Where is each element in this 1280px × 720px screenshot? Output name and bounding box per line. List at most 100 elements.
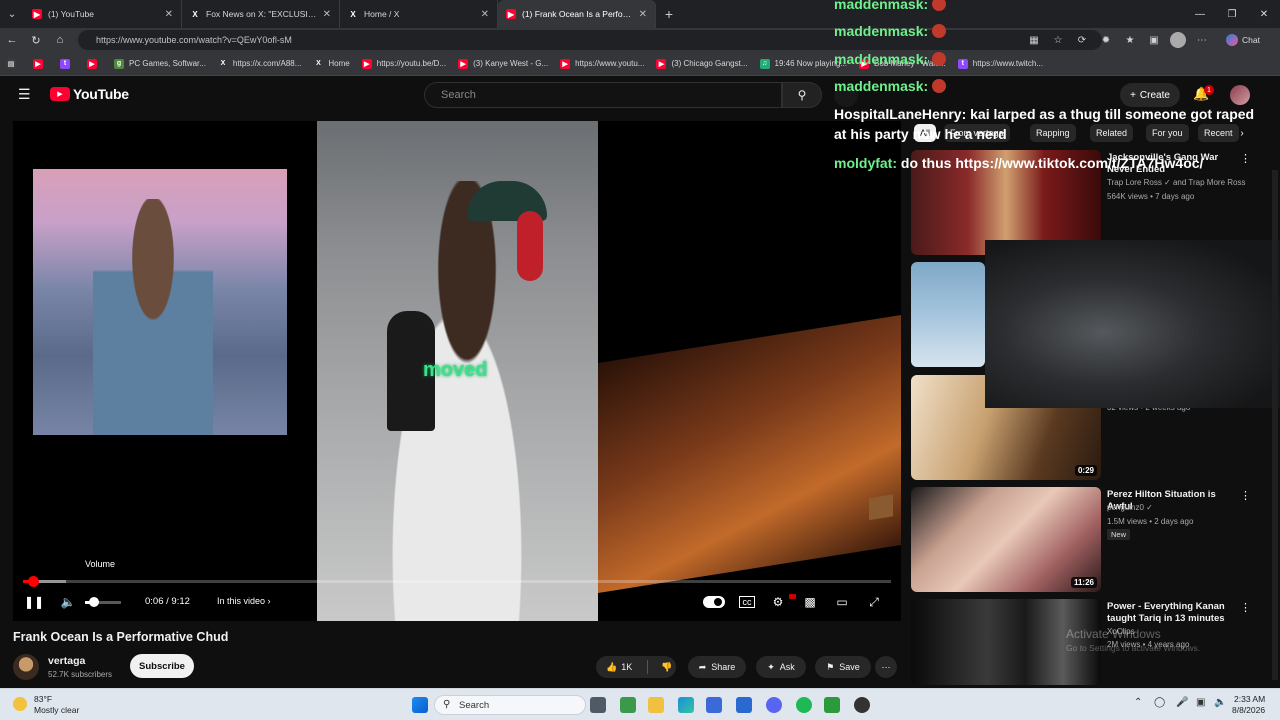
minimize-icon[interactable]: —: [1184, 0, 1216, 28]
close-icon[interactable]: ✕: [639, 9, 647, 20]
weather-moon-icon[interactable]: [13, 697, 27, 711]
video-thumbnail[interactable]: [911, 262, 985, 367]
autoplay-toggle[interactable]: [703, 596, 725, 608]
close-icon[interactable]: ✕: [481, 9, 489, 20]
subtitles-icon[interactable]: cc: [739, 596, 755, 608]
ask-button[interactable]: ✦ Ask: [756, 656, 806, 678]
browser-tab[interactable]: ▶ (1) YouTube ✕: [24, 0, 182, 28]
microphone-icon[interactable]: 🎤: [1176, 697, 1188, 708]
apps-icon[interactable]: ▦: [1026, 32, 1042, 48]
url-input[interactable]: https://www.youtube.com/watch?v=QEwY0ofl…: [78, 30, 1102, 50]
browser-tab-active[interactable]: ▶ (1) Frank Ocean Is a Performat ✕: [498, 0, 656, 28]
file-explorer-icon[interactable]: [648, 697, 664, 713]
volume-slider[interactable]: [85, 597, 121, 607]
new-tab-plus-icon[interactable]: +: [656, 0, 682, 28]
save-button[interactable]: ⚑ Save: [815, 656, 871, 678]
bookmark-twitch-icon[interactable]: t: [60, 58, 75, 69]
bookmark-folder-icon[interactable]: ▤: [6, 58, 21, 69]
rec-channel[interactable]: Trap Lore Ross ✓ and Trap More Ross: [1107, 178, 1245, 187]
store-icon[interactable]: [620, 697, 636, 713]
video-thumbnail[interactable]: 11:26: [911, 487, 1101, 592]
more-actions-icon[interactable]: ⋯: [875, 656, 897, 678]
app-icon[interactable]: [824, 697, 840, 713]
app-icon[interactable]: [854, 697, 870, 713]
create-button[interactable]: + Create: [1120, 83, 1180, 107]
more-icon[interactable]: ⋯: [1194, 32, 1210, 48]
bookmark-item[interactable]: ▶ (3) Kanye West - G...: [458, 58, 548, 69]
bookmark-youtube-icon[interactable]: ▶: [87, 58, 102, 69]
collections-icon[interactable]: ▣: [1146, 32, 1162, 48]
edge-browser-icon[interactable]: [678, 697, 694, 713]
taskbar-search-input[interactable]: ⚲ Search: [434, 695, 586, 715]
speaker-icon[interactable]: 🔈: [1214, 697, 1226, 708]
youtube-logo[interactable]: ▶ YouTube: [50, 86, 129, 102]
recommendation-item[interactable]: Power - Everything Kanan taught Tariq in…: [911, 599, 1251, 685]
close-icon[interactable]: ✕: [165, 9, 173, 20]
thumbs-down-icon[interactable]: 👎: [661, 662, 672, 673]
chip-recent[interactable]: Recent: [1198, 124, 1239, 142]
network-icon[interactable]: ▣: [1196, 697, 1205, 708]
progress-scrubber-handle[interactable]: [27, 576, 39, 587]
video-thumbnail[interactable]: [911, 599, 1101, 685]
more-vertical-icon[interactable]: ⋮: [1240, 489, 1251, 502]
back-arrow-icon[interactable]: ←: [0, 28, 24, 52]
restore-icon[interactable]: ❐: [1216, 0, 1248, 28]
channel-name[interactable]: vertaga: [48, 655, 85, 667]
more-vertical-icon[interactable]: ⋮: [1240, 601, 1251, 614]
fullscreen-icon[interactable]: ⤢: [863, 591, 885, 613]
account-avatar[interactable]: [1230, 85, 1250, 105]
cast-icon[interactable]: ▭: [831, 591, 853, 613]
windows-start-icon[interactable]: [412, 697, 428, 713]
progress-bar[interactable]: [23, 576, 891, 587]
menu-icon[interactable]: ☰: [18, 87, 34, 101]
favorites-icon[interactable]: ★: [1122, 32, 1138, 48]
pause-icon[interactable]: ❚❚: [23, 591, 45, 613]
refresh-icon[interactable]: ↻: [24, 28, 48, 52]
more-vertical-icon[interactable]: ⋮: [1240, 152, 1251, 165]
search-input[interactable]: Search: [424, 82, 782, 108]
bookmark-item[interactable]: ▶ (3) Chicago Gangst...: [656, 58, 748, 69]
extensions-icon[interactable]: ✹: [1098, 32, 1114, 48]
bookmark-item[interactable]: ▶ https://www.youtu...: [560, 58, 644, 69]
refresh-icon[interactable]: ⟳: [1074, 32, 1090, 48]
search-icon[interactable]: ⚲: [782, 82, 822, 108]
chip-related[interactable]: Related: [1090, 124, 1134, 142]
bookmark-item[interactable]: t https://www.twitch...: [957, 58, 1043, 69]
subscribe-button[interactable]: Subscribe: [130, 654, 194, 678]
clock-date[interactable]: 8/8/2026: [1232, 705, 1265, 715]
close-window-icon[interactable]: ✕: [1248, 0, 1280, 28]
bookmark-item[interactable]: g PC Games, Softwar...: [114, 58, 206, 69]
channel-avatar[interactable]: [13, 654, 39, 680]
home-icon[interactable]: ⌂: [48, 28, 72, 52]
task-view-icon[interactable]: [590, 697, 606, 713]
profile-avatar-icon[interactable]: [1170, 32, 1186, 48]
outlook-icon[interactable]: [736, 697, 752, 713]
app-icon[interactable]: [706, 697, 722, 713]
spotify-icon[interactable]: [796, 697, 812, 713]
like-button[interactable]: 👍 1K: [606, 662, 632, 673]
bookmark-item[interactable]: Xhttps://x.com/A88...: [218, 59, 302, 69]
star-icon[interactable]: ☆: [1050, 32, 1066, 48]
settings-gear-icon[interactable]: ⚙: [767, 591, 789, 613]
volume-handle[interactable]: [89, 597, 99, 607]
discord-icon[interactable]: [766, 697, 782, 713]
bookmark-item[interactable]: ▶ https://youtu.be/D...: [361, 58, 446, 69]
show-hidden-icons-chevron-icon[interactable]: ⌃: [1134, 697, 1142, 708]
volume-icon[interactable]: 🔈: [57, 591, 79, 613]
tab-list-chevron-icon[interactable]: ⌄: [0, 0, 24, 28]
video-player[interactable]: moved Volume ❚❚ 🔈 0:06 / 9:12 In this vi…: [13, 121, 901, 621]
chevron-right-icon[interactable]: ›: [1234, 124, 1250, 142]
browser-tab[interactable]: X Fox News on X: "EXCLUSIVE: Form ✕: [182, 0, 340, 28]
in-this-video-button[interactable]: In this video ›: [217, 596, 271, 606]
close-icon[interactable]: ✕: [323, 9, 331, 20]
recommendation-item[interactable]: 11:26 Perez Hilton Situation is Awful pe…: [911, 487, 1251, 592]
chip-for-you[interactable]: For you: [1146, 124, 1189, 142]
rec-title[interactable]: Power - Everything Kanan taught Tariq in…: [1107, 601, 1239, 625]
bookmark-item[interactable]: X Home: [313, 59, 350, 69]
weather-description[interactable]: Mostly clear: [34, 705, 79, 715]
share-button[interactable]: ➦ Share: [688, 656, 746, 678]
rec-channel[interactable]: penguinz0 ✓: [1107, 503, 1153, 512]
bookmark-youtube-icon[interactable]: ▶: [33, 58, 48, 69]
browser-tab[interactable]: X Home / X ✕: [340, 0, 498, 28]
copilot-chat-button[interactable]: Chat: [1226, 32, 1260, 48]
